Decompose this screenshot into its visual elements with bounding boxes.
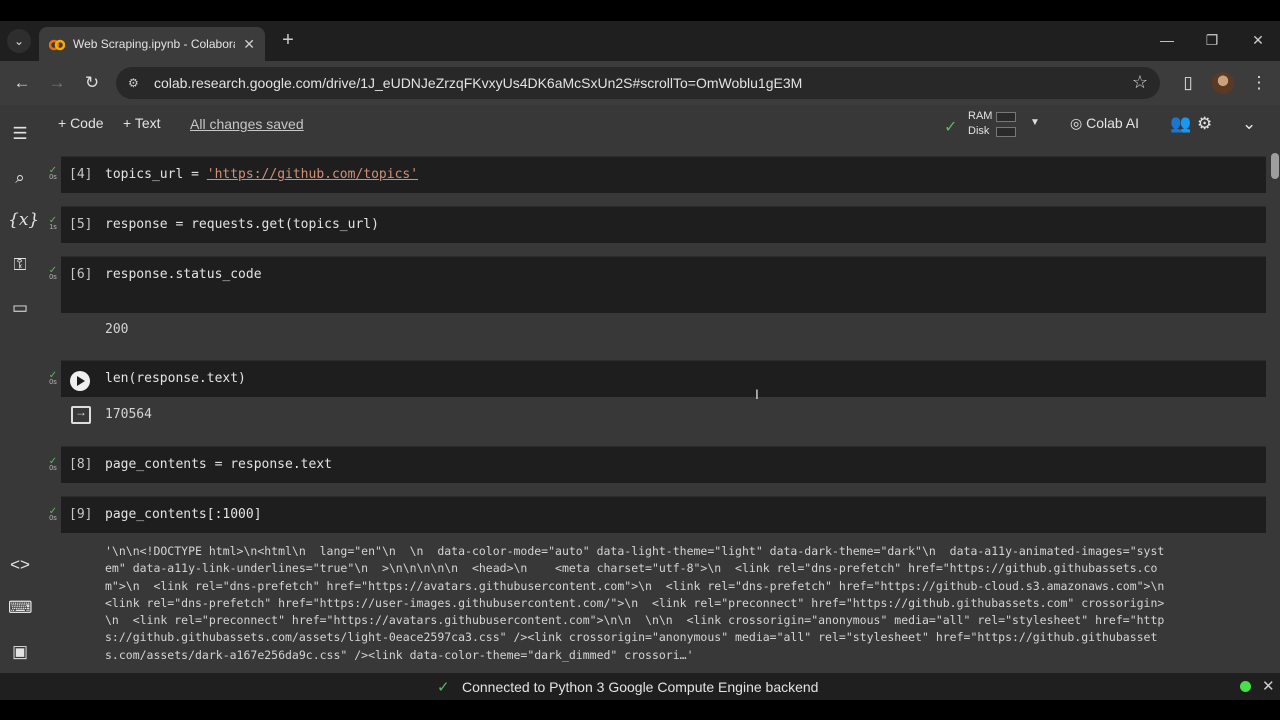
cell-8-exec-status: ✓ 0s: [43, 456, 63, 472]
cell-5-prompt: [5]: [69, 217, 93, 232]
reload-icon[interactable]: ↻: [80, 71, 104, 95]
browser-tab[interactable]: Web Scraping.ipynb - Colaboratory ✕: [39, 27, 265, 61]
connection-dot-icon: [1240, 681, 1251, 692]
cell-8-time: 0s: [49, 465, 57, 472]
mouse-cursor-icon: I: [755, 386, 759, 402]
colab-toolbar: + Code + Text All changes saved ✓ RAM Di…: [0, 105, 1280, 143]
colab-favicon-icon: [48, 38, 66, 51]
table-of-contents-icon[interactable]: ☰: [8, 122, 32, 146]
command-palette-icon[interactable]: ⌨: [8, 596, 33, 620]
cell-7-exec-status: ✓ 0s: [43, 370, 63, 386]
cell-6-exec-status: ✓ 0s: [43, 265, 63, 281]
url-text: colab.research.google.com/drive/1J_eUDNJ…: [154, 75, 803, 91]
cell-7-time: 0s: [49, 379, 57, 386]
colab-ai-icon: ◎: [1070, 115, 1083, 131]
cell-9-output: '\n\n<!DOCTYPE html>\n<html\n lang="en"\…: [105, 544, 1165, 662]
cell-5-time: 1s: [49, 224, 57, 231]
status-bar: ✓ Connected to Python 3 Google Compute E…: [0, 673, 1280, 700]
output-actions-icon[interactable]: [71, 405, 91, 424]
back-icon[interactable]: ←: [10, 71, 34, 95]
code-cell-4[interactable]: [4] topics_url = 'https://github.com/top…: [61, 156, 1266, 193]
run-cell-button[interactable]: [70, 371, 90, 391]
cell-4-code[interactable]: topics_url = 'https://github.com/topics': [105, 167, 418, 182]
code-snippets-icon[interactable]: <>: [8, 553, 32, 577]
minimize-icon[interactable]: —: [1152, 29, 1182, 51]
restore-icon[interactable]: ❐: [1197, 29, 1227, 51]
cell-9-prompt: [9]: [69, 507, 93, 522]
code-cell-7[interactable]: len(response.text): [61, 360, 1266, 397]
cell-5-code[interactable]: response = requests.get(topics_url): [105, 217, 379, 232]
cell-9-exec-status: ✓ 0s: [43, 506, 63, 522]
cell-6-code[interactable]: response.status_code: [105, 267, 262, 282]
code-cell-5[interactable]: [5] response = requests.get(topics_url): [61, 206, 1266, 243]
code-cell-8[interactable]: [8] page_contents = response.text: [61, 446, 1266, 483]
cell-8-prompt: [8]: [69, 457, 93, 472]
cell-5-exec-status: ✓ 1s: [43, 215, 63, 231]
cell-8-code[interactable]: page_contents = response.text: [105, 457, 332, 472]
code-cell-9[interactable]: [9] page_contents[:1000]: [61, 496, 1266, 533]
side-panel-icon[interactable]: ▯: [1176, 71, 1200, 95]
notebook-scrollbar[interactable]: [1271, 153, 1279, 179]
browser-menu-icon[interactable]: ⋮: [1247, 71, 1271, 95]
cell-7-output: 170564: [105, 407, 152, 422]
collapse-chevron-icon[interactable]: ⌄: [1242, 114, 1256, 134]
ram-bar: [996, 112, 1016, 122]
connection-status[interactable]: Connected to Python 3 Google Compute Eng…: [462, 679, 818, 695]
close-window-icon[interactable]: ✕: [1243, 29, 1273, 51]
cell-4-exec-status: ✓ 0s: [43, 165, 63, 181]
share-people-icon[interactable]: 👥: [1170, 114, 1191, 134]
ram-label: RAM: [968, 110, 993, 122]
cell-4-code-pre: topics_url =: [105, 167, 207, 182]
variables-icon[interactable]: {x}: [8, 208, 39, 232]
colab-ai-label: Colab AI: [1086, 115, 1140, 131]
resource-monitor[interactable]: ✓ RAM Disk: [944, 109, 1024, 139]
forward-icon[interactable]: →: [45, 71, 69, 95]
cell-4-prompt: [4]: [69, 167, 93, 182]
new-tab-icon[interactable]: +: [278, 29, 298, 51]
close-tab-icon[interactable]: ✕: [243, 36, 255, 53]
secrets-key-icon[interactable]: ⚿: [8, 253, 32, 277]
address-bar[interactable]: ⚙ colab.research.google.com/drive/1J_eUD…: [116, 67, 1160, 99]
browser-tab-bar: ⌄ Web Scraping.ipynb - Colaboratory ✕ + …: [0, 21, 1280, 61]
add-code-button[interactable]: + Code: [58, 115, 104, 131]
add-text-button[interactable]: + Text: [123, 115, 161, 131]
cell-6-output: 200: [105, 322, 129, 337]
cell-9-code[interactable]: page_contents[:1000]: [105, 507, 262, 522]
browser-nav-bar: ← → ↻ ⚙ colab.research.google.com/drive/…: [0, 61, 1280, 105]
cell-4-time: 0s: [49, 174, 57, 181]
notebook-area[interactable]: ✓ 0s [4] topics_url = 'https://github.com…: [40, 143, 1280, 673]
code-cell-6[interactable]: [6] response.status_code: [61, 256, 1266, 313]
tab-search-chevron-icon[interactable]: ⌄: [7, 29, 31, 53]
tab-title: Web Scraping.ipynb - Colaboratory: [73, 37, 235, 51]
cell-7-code[interactable]: len(response.text): [105, 371, 246, 386]
search-icon[interactable]: ⌕: [8, 166, 32, 190]
disk-bar: [996, 127, 1016, 137]
runtime-dropdown-icon[interactable]: ▼: [1030, 117, 1040, 128]
close-status-icon[interactable]: ✕: [1262, 677, 1275, 695]
cell-9-time: 0s: [49, 515, 57, 522]
settings-gear-icon[interactable]: ⚙: [1197, 114, 1212, 134]
cell-6-time: 0s: [49, 274, 57, 281]
cell-4-string[interactable]: 'https://github.com/topics': [207, 167, 418, 182]
bookmark-star-icon[interactable]: ☆: [1132, 72, 1148, 93]
terminal-icon[interactable]: ▣: [8, 640, 32, 664]
cell-6-prompt: [6]: [69, 267, 93, 282]
files-folder-icon[interactable]: ▭: [8, 296, 32, 320]
disk-label: Disk: [968, 125, 990, 137]
connected-check-icon: ✓: [437, 679, 450, 696]
profile-avatar[interactable]: [1212, 72, 1234, 94]
connected-check-icon: ✓: [944, 119, 958, 136]
save-status[interactable]: All changes saved: [190, 116, 304, 132]
site-info-icon[interactable]: ⚙: [128, 76, 146, 90]
colab-ai-button[interactable]: ◎ Colab AI: [1070, 115, 1139, 132]
